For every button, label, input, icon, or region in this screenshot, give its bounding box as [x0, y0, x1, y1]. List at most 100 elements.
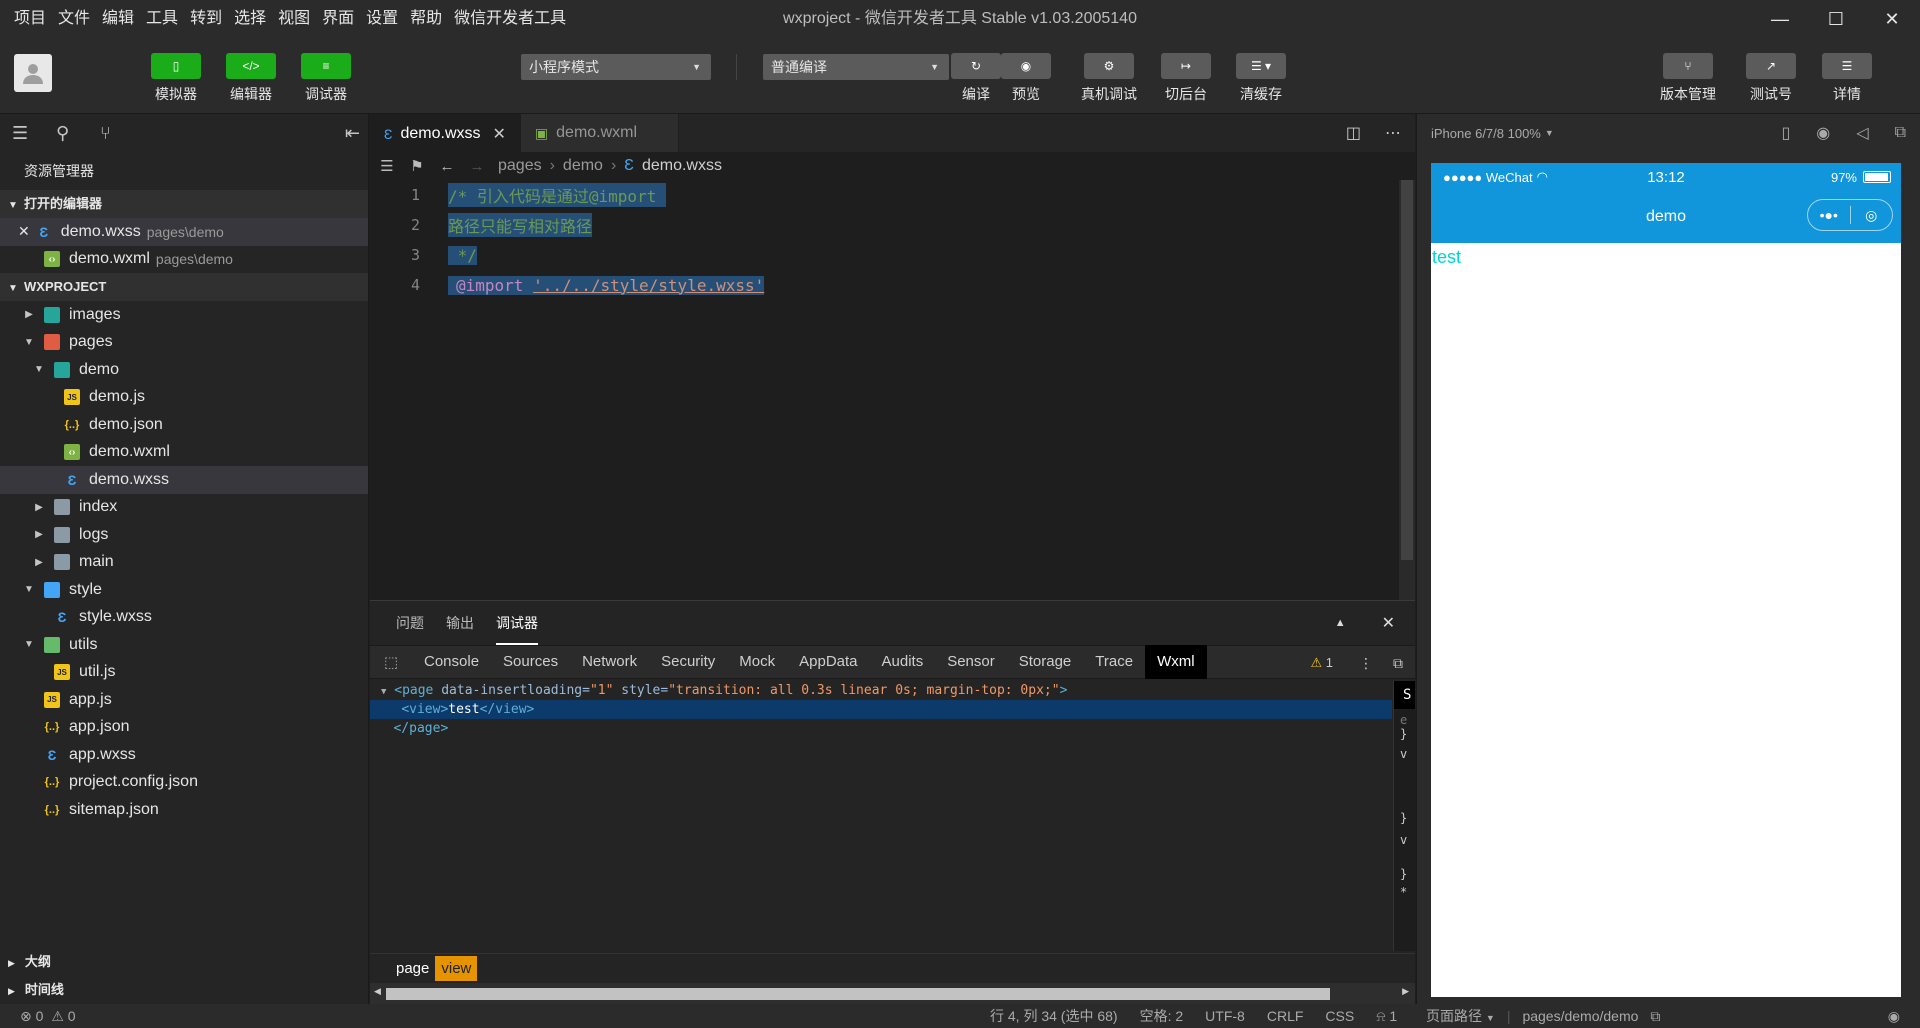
notifications[interactable]: ⍾ 1: [1376, 1004, 1397, 1028]
dom-node-page[interactable]: ▼ <page data-insertloading="1" style="tr…: [370, 681, 1392, 700]
timeline-header[interactable]: ▶ 时间线: [0, 976, 369, 1004]
split-editor-icon[interactable]: ◫: [1346, 123, 1361, 143]
tab-sensor[interactable]: Sensor: [935, 645, 1007, 679]
forward-arrow-icon[interactable]: →: [462, 158, 492, 175]
menu-devtools[interactable]: 微信开发者工具: [454, 0, 566, 38]
tree-file-demo-js[interactable]: JS demo.js: [0, 384, 368, 412]
tree-file-project-config[interactable]: {..} project.config.json: [0, 769, 368, 797]
menu-file[interactable]: 文件: [58, 0, 90, 38]
phone-screen[interactable]: ●●●●● WeChat ◠ 13:12 97% demo •●• ◎ test: [1431, 163, 1901, 997]
copy-icon[interactable]: ⧉: [1650, 1004, 1660, 1028]
tree-folder-index[interactable]: ▶ index: [0, 494, 368, 522]
close-window-icon[interactable]: ✕: [1864, 0, 1920, 38]
indentation[interactable]: 空格: 2: [1140, 1004, 1184, 1028]
cursor-position[interactable]: 行 4, 列 34 (选中 68): [990, 1004, 1118, 1028]
tree-folder-demo[interactable]: ▼ demo: [0, 356, 368, 384]
tree-folder-pages[interactable]: ▼ pages: [0, 329, 368, 357]
debugger-button[interactable]: ≡ 调试器: [301, 53, 351, 104]
scroll-right-icon[interactable]: ▶: [1402, 986, 1409, 997]
menu-project[interactable]: 项目: [14, 0, 46, 38]
page-path[interactable]: pages/demo/demo: [1522, 1004, 1638, 1028]
crumb-page[interactable]: page: [390, 956, 435, 981]
tab-storage[interactable]: Storage: [1007, 645, 1084, 679]
tree-file-demo-json[interactable]: {..} demo.json: [0, 411, 368, 439]
tab-console[interactable]: Console: [412, 645, 491, 679]
volume-icon[interactable]: ◁: [1856, 123, 1868, 143]
maximize-panel-icon[interactable]: ▲: [1335, 617, 1346, 629]
compile-select[interactable]: 普通编译 ▼: [763, 54, 949, 80]
open-editor-item[interactable]: ‹› demo.wxml pages\demo: [0, 246, 368, 274]
tree-file-app-js[interactable]: JS app.js: [0, 686, 368, 714]
clear-cache-button[interactable]: ☰ ▾ 清缓存: [1236, 53, 1286, 104]
more-icon[interactable]: ⋯: [1385, 123, 1401, 143]
dom-node-page-close[interactable]: </page>: [370, 719, 1392, 738]
tab-trace[interactable]: Trace: [1083, 645, 1145, 679]
avatar[interactable]: [14, 54, 52, 92]
tab-sources[interactable]: Sources: [491, 645, 570, 679]
rotate-phone-icon[interactable]: ▯: [1781, 123, 1790, 143]
tree-file-demo-wxml[interactable]: ‹› demo.wxml: [0, 439, 368, 467]
tab-security[interactable]: Security: [649, 645, 727, 679]
version-button[interactable]: ⑂ 版本管理: [1660, 53, 1716, 104]
back-arrow-icon[interactable]: ←: [432, 158, 462, 175]
details-button[interactable]: ☰ 详情: [1822, 53, 1872, 104]
tab-demo-wxss[interactable]: Ɛ demo.wxss ✕: [370, 114, 521, 152]
tree-file-demo-wxss[interactable]: Ɛdemo.wxss: [0, 466, 368, 494]
encoding[interactable]: UTF-8: [1205, 1004, 1245, 1028]
page-path-select[interactable]: 页面路径 ▼: [1426, 1004, 1495, 1028]
list-icon[interactable]: ☰: [12, 123, 56, 144]
warning-indicator[interactable]: ⚠ 1: [1310, 646, 1333, 680]
tab-problems[interactable]: 问题: [396, 601, 424, 645]
tree-file-app-json[interactable]: {..} app.json: [0, 714, 368, 742]
undock-icon[interactable]: ⧉: [1393, 646, 1403, 680]
tab-network[interactable]: Network: [570, 645, 649, 679]
editor-scrollbar[interactable]: [1399, 180, 1415, 600]
menu-view[interactable]: 视图: [278, 0, 310, 38]
background-button[interactable]: ↦ 切后台: [1161, 53, 1211, 104]
maximize-icon[interactable]: ☐: [1808, 0, 1864, 38]
editor-button[interactable]: </> 编辑器: [226, 53, 276, 104]
mode-select[interactable]: 小程序模式 ▼: [521, 54, 711, 80]
menu-goto[interactable]: 转到: [190, 0, 222, 38]
menu-select[interactable]: 选择: [234, 0, 266, 38]
dom-node-view[interactable]: <view>test</view>: [370, 700, 1392, 719]
horizontal-scrollbar[interactable]: ◀ ▶: [370, 983, 1415, 1005]
tab-mock[interactable]: Mock: [727, 645, 787, 679]
remote-debug-button[interactable]: ⚙ 真机调试: [1081, 53, 1137, 104]
line-ending[interactable]: CRLF: [1267, 1004, 1304, 1028]
inspect-element-icon[interactable]: ⬚: [370, 653, 412, 671]
eye-icon[interactable]: ◉: [1888, 1004, 1900, 1028]
tree-folder-images[interactable]: ▶ images: [0, 301, 368, 329]
tree-folder-logs[interactable]: ▶ logs: [0, 521, 368, 549]
open-editor-item[interactable]: ✕ Ɛ demo.wxss pages\demo: [0, 218, 368, 246]
list-icon[interactable]: ☰: [372, 157, 402, 175]
breadcrumb-item[interactable]: demo: [563, 157, 603, 175]
tab-audits[interactable]: Audits: [870, 645, 936, 679]
tree-folder-main[interactable]: ▶ main: [0, 549, 368, 577]
tab-appdata[interactable]: AppData: [787, 645, 869, 679]
device-select[interactable]: iPhone 6/7/8 100%: [1431, 126, 1541, 141]
tab-demo-wxml[interactable]: ▣ demo.wxml: [520, 114, 679, 152]
menu-settings[interactable]: 设置: [366, 0, 398, 38]
code-area[interactable]: 1 /* 引入代码是通过@import 2 路径只能写相对路径 3 */ 4 @…: [370, 180, 1385, 300]
project-header[interactable]: ▼ WXPROJECT: [0, 273, 368, 301]
tab-debugger[interactable]: 调试器: [496, 601, 538, 645]
close-icon[interactable]: ✕: [18, 223, 30, 240]
more-dots-icon[interactable]: •●•: [1808, 200, 1850, 230]
tree-folder-style[interactable]: ▼ style: [0, 576, 368, 604]
source-control-icon[interactable]: ⑂: [100, 123, 144, 144]
tree-file-style-wxss[interactable]: Ɛstyle.wxss: [0, 604, 368, 632]
preview-button[interactable]: ◉ 预览: [1001, 53, 1051, 104]
tab-wxml[interactable]: Wxml: [1145, 645, 1207, 679]
scrollbar-thumb[interactable]: [1401, 180, 1413, 560]
language-mode[interactable]: CSS: [1325, 1004, 1354, 1028]
bookmark-icon[interactable]: ⚑: [402, 157, 432, 175]
scrollbar-thumb[interactable]: [386, 988, 1330, 1000]
problems-indicator[interactable]: ⊗ 0 ⚠ 0: [20, 1004, 76, 1028]
minimize-icon[interactable]: —: [1752, 0, 1808, 38]
tab-output[interactable]: 输出: [446, 601, 474, 645]
tree-file-sitemap[interactable]: {..} sitemap.json: [0, 796, 368, 824]
menu-tools[interactable]: 工具: [146, 0, 178, 38]
close-panel-icon[interactable]: ✕: [1382, 613, 1395, 633]
menu-help[interactable]: 帮助: [410, 0, 442, 38]
